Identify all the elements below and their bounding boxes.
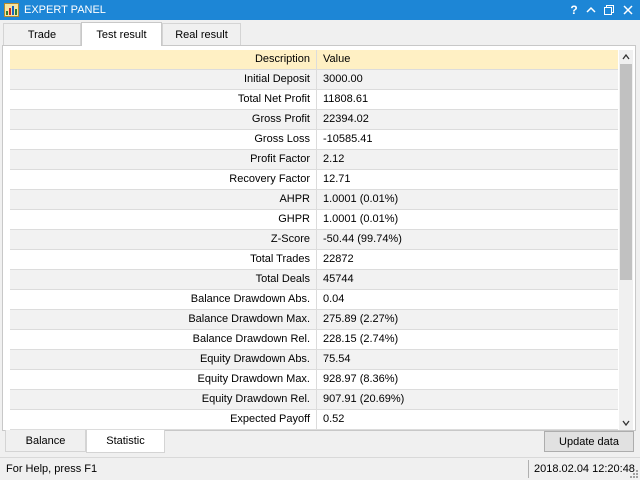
row-value: 228.15 (2.74%) (323, 333, 399, 345)
row-description: Total Net Profit (10, 90, 317, 109)
row-value: 2.12 (323, 153, 345, 165)
row-value: 75.54 (323, 353, 351, 365)
row-value: 1.0001 (0.01%) (323, 213, 399, 225)
resize-grip-icon[interactable] (629, 469, 639, 479)
row-value: 0.04 (323, 293, 345, 305)
table-row[interactable]: Initial Deposit 3000.00 (10, 70, 618, 90)
top-tab-bar: Trade Test result Real result (0, 20, 640, 46)
table-row[interactable]: Z-Score -50.44 (99.74%) (10, 230, 618, 250)
row-description: Gross Loss (10, 130, 317, 149)
table-row[interactable]: Equity Drawdown Rel. 907.91 (20.69%) (10, 390, 618, 410)
row-value: 1.0001 (0.01%) (323, 193, 399, 205)
row-value: -50.44 (99.74%) (323, 233, 402, 245)
window-title: EXPERT PANEL (24, 4, 106, 16)
column-header-description[interactable]: Description (10, 50, 317, 69)
tab-balance[interactable]: Balance (5, 430, 86, 452)
table-row[interactable]: Total Net Profit 11808.61 (10, 90, 618, 110)
row-value: 12.71 (323, 173, 351, 185)
row-description: Initial Deposit (10, 70, 317, 89)
row-description: Equity Drawdown Max. (10, 370, 317, 389)
status-divider (528, 460, 529, 478)
row-value: 275.89 (2.27%) (323, 313, 399, 325)
row-description: Expected Payoff (10, 410, 317, 429)
table-header: Description Value (10, 50, 618, 70)
vertical-scrollbar[interactable] (619, 50, 633, 430)
status-datetime: 2018.02.04 12:20:48 (534, 463, 635, 475)
statistics-table: Description Value Initial Deposit 3000.00… (10, 50, 618, 430)
statistics-panel: Description Value Initial Deposit 3000.00… (2, 45, 636, 431)
row-description: Balance Drawdown Max. (10, 310, 317, 329)
table-row[interactable]: Expected Payoff 0.52 (10, 410, 618, 430)
row-value: 22872 (323, 253, 354, 265)
table-row[interactable]: GHPR 1.0001 (0.01%) (10, 210, 618, 230)
scroll-thumb[interactable] (620, 64, 632, 280)
row-value: 22394.02 (323, 113, 369, 125)
table-row[interactable]: Profit Factor 2.12 (10, 150, 618, 170)
table-row[interactable]: Total Trades 22872 (10, 250, 618, 270)
row-description: Balance Drawdown Rel. (10, 330, 317, 349)
row-value: 928.97 (8.36%) (323, 373, 399, 385)
table-row[interactable]: Gross Profit 22394.02 (10, 110, 618, 130)
tab-trade[interactable]: Trade (3, 23, 81, 45)
scroll-up-icon[interactable] (619, 50, 633, 64)
table-row[interactable]: AHPR 1.0001 (0.01%) (10, 190, 618, 210)
scroll-down-icon[interactable] (619, 416, 633, 430)
row-description: Equity Drawdown Abs. (10, 350, 317, 369)
table-row[interactable]: Equity Drawdown Abs. 75.54 (10, 350, 618, 370)
table-row[interactable]: Gross Loss -10585.41 (10, 130, 618, 150)
table-row[interactable]: Balance Drawdown Abs. 0.04 (10, 290, 618, 310)
row-description: Equity Drawdown Rel. (10, 390, 317, 409)
row-description: Gross Profit (10, 110, 317, 129)
app-icon (4, 3, 19, 17)
row-value: 907.91 (20.69%) (323, 393, 405, 405)
row-description: Total Deals (10, 270, 317, 289)
table-row[interactable]: Equity Drawdown Max. 928.97 (8.36%) (10, 370, 618, 390)
collapse-icon[interactable] (583, 2, 599, 18)
row-value: -10585.41 (323, 133, 373, 145)
bottom-tab-bar: Balance Statistic Update data (0, 430, 640, 454)
table-row[interactable]: Balance Drawdown Max. 275.89 (2.27%) (10, 310, 618, 330)
row-description: AHPR (10, 190, 317, 209)
row-description: Balance Drawdown Abs. (10, 290, 317, 309)
column-header-value[interactable]: Value (318, 50, 618, 69)
row-value: 3000.00 (323, 73, 363, 85)
update-data-button[interactable]: Update data (544, 431, 634, 452)
row-description: Profit Factor (10, 150, 317, 169)
tab-test-result[interactable]: Test result (81, 22, 162, 46)
row-value: 0.52 (323, 413, 345, 425)
row-description: Z-Score (10, 230, 317, 249)
row-description: GHPR (10, 210, 317, 229)
table-row[interactable]: Balance Drawdown Rel. 228.15 (2.74%) (10, 330, 618, 350)
help-status-text: For Help, press F1 (6, 463, 98, 475)
row-value: 11808.61 (323, 93, 369, 105)
restore-icon[interactable] (601, 2, 617, 18)
table-row[interactable]: Recovery Factor 12.71 (10, 170, 618, 190)
status-bar: For Help, press F1 2018.02.04 12:20:48 (0, 457, 640, 480)
row-value: 45744 (323, 273, 354, 285)
help-icon[interactable]: ? (566, 2, 582, 18)
row-description: Recovery Factor (10, 170, 317, 189)
title-bar: EXPERT PANEL ? (0, 0, 640, 20)
row-description: Total Trades (10, 250, 317, 269)
tab-real-result[interactable]: Real result (162, 23, 241, 45)
table-row[interactable]: Total Deals 45744 (10, 270, 618, 290)
close-icon[interactable] (620, 2, 636, 18)
tab-statistic[interactable]: Statistic (86, 430, 165, 453)
